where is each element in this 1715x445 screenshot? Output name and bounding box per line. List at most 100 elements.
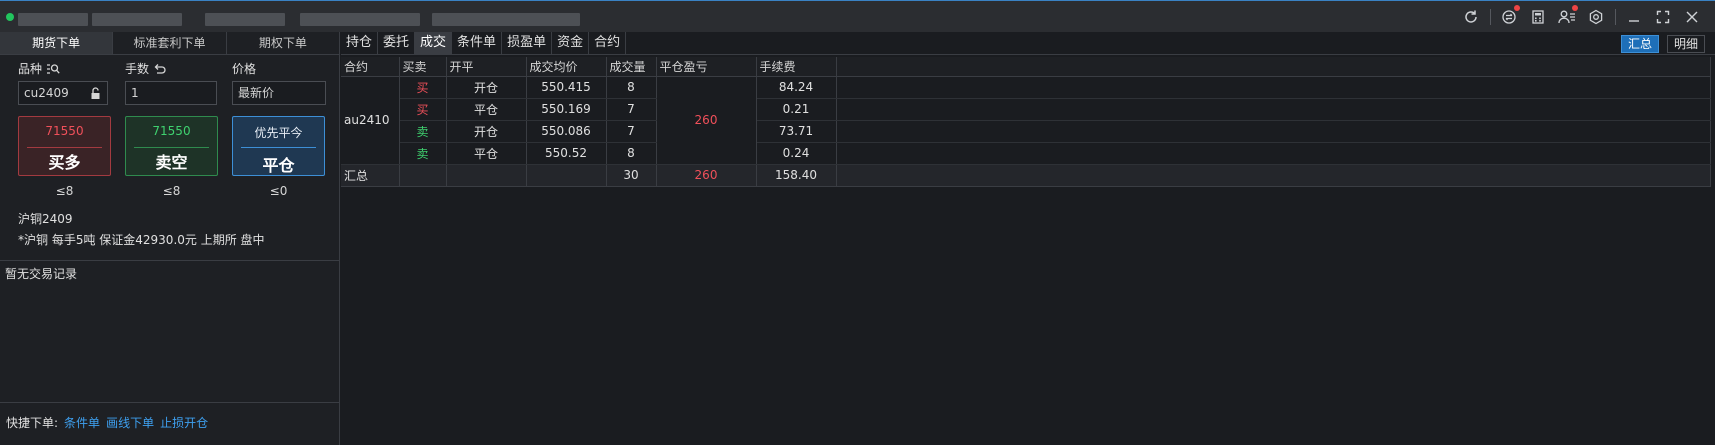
- trades-panel: 持仓 委托 成交 条件单 损盈单 资金 合约 汇总 明细 合约 买卖 开平 成交…: [341, 32, 1715, 445]
- table-row[interactable]: 买 平仓 550.169 7 0.21: [341, 98, 1711, 121]
- redacted-title: [18, 13, 88, 26]
- price-label-text: 价格: [232, 62, 257, 76]
- table-row[interactable]: au2410 买 开仓 550.415 8 260 84.24: [341, 76, 1711, 165]
- col-contract[interactable]: 合约: [341, 57, 400, 77]
- cell-volume: 8: [606, 76, 657, 99]
- price-value: 最新价: [238, 86, 275, 100]
- cell-side: 卖: [399, 142, 447, 165]
- symbol-input[interactable]: cu2409: [18, 81, 108, 105]
- col-fee[interactable]: 手续费: [756, 57, 837, 77]
- exchange-icon[interactable]: [1498, 5, 1520, 28]
- order-type-tabs: 期货下单 标准套利下单 期权下单: [0, 32, 339, 55]
- quick-order-label: 快捷下单:: [6, 416, 59, 430]
- quick-link-stop-open[interactable]: 止损开仓: [160, 414, 208, 431]
- tab-contracts[interactable]: 合约: [589, 32, 627, 54]
- minimize-icon[interactable]: [1623, 6, 1645, 28]
- connection-status-dot: [6, 13, 14, 21]
- cell-open-close: 平仓: [446, 142, 527, 165]
- cell-avg-price: 550.415: [526, 76, 607, 99]
- trades-table: 合约 买卖 开平 成交均价 成交量 平仓盈亏 手续费 au2410 买 开仓 5…: [341, 57, 1711, 187]
- refresh-icon[interactable]: [1460, 6, 1482, 28]
- quantity-label-text: 手数: [125, 62, 150, 76]
- quick-link-conditional[interactable]: 条件单: [64, 414, 100, 431]
- cell-fee: 84.24: [756, 76, 837, 99]
- col-volume[interactable]: 成交量: [606, 57, 657, 77]
- tab-futures-order[interactable]: 期货下单: [0, 32, 114, 54]
- symbol-value: cu2409: [24, 86, 69, 100]
- trade-records: 暂无交易记录: [0, 260, 339, 403]
- price-input[interactable]: 最新价: [232, 81, 326, 105]
- summary-fee: 158.40: [756, 164, 837, 187]
- quantity-input[interactable]: 1: [125, 81, 217, 105]
- summary-view-button[interactable]: 汇总: [1621, 35, 1660, 53]
- cell-side: 买: [399, 98, 447, 121]
- cell-fee: 73.71: [756, 120, 837, 143]
- settings-icon[interactable]: [1585, 6, 1607, 28]
- close-icon[interactable]: [1681, 6, 1703, 28]
- symbol-search-icon[interactable]: [46, 63, 60, 75]
- cell-fee: 0.24: [756, 142, 837, 165]
- maximize-icon[interactable]: [1652, 6, 1674, 28]
- record-tabs: 持仓 委托 成交 条件单 损盈单 资金 合约: [341, 32, 627, 55]
- close-position-button[interactable]: 优先平今 平仓: [232, 116, 325, 176]
- buy-label: 买多: [48, 153, 81, 172]
- cell-contract: au2410: [341, 76, 400, 165]
- quick-link-draw-order[interactable]: 画线下单: [106, 414, 154, 431]
- redacted-title: [300, 13, 420, 26]
- buy-long-button[interactable]: 71550 买多: [18, 116, 111, 176]
- quick-order-bar: 快捷下单: 条件单 画线下单 止损开仓: [6, 414, 208, 431]
- cell-side: 买: [399, 76, 447, 99]
- tab-arbitrage-order[interactable]: 标准套利下单: [113, 32, 227, 54]
- calculator-icon[interactable]: [1527, 6, 1549, 28]
- symbol-label-text: 品种: [18, 62, 43, 76]
- col-open-close[interactable]: 开平: [446, 57, 527, 77]
- redacted-title: [92, 13, 182, 26]
- cell-open-close: 平仓: [446, 98, 527, 121]
- sell-label: 卖空: [155, 153, 188, 172]
- reset-icon[interactable]: [153, 63, 166, 75]
- unlock-icon[interactable]: [90, 87, 101, 100]
- table-row[interactable]: 卖 平仓 550.52 8 0.24: [341, 142, 1711, 165]
- order-panel: 期货下单 标准套利下单 期权下单 品种 cu2409 手数 1 价格 最新价 7…: [0, 32, 340, 445]
- symbol-label: 品种: [18, 60, 60, 77]
- tab-conditional-orders[interactable]: 条件单: [452, 32, 503, 54]
- quantity-label: 手数: [125, 60, 166, 77]
- summary-label: 汇总: [341, 164, 400, 187]
- close-limit: ≤0: [269, 184, 288, 198]
- title-bar: [0, 0, 1715, 32]
- sell-price: 71550: [152, 124, 191, 138]
- cell-avg-price: 550.169: [526, 98, 607, 121]
- cell-volume: 7: [606, 120, 657, 143]
- buy-price: 71550: [45, 124, 84, 138]
- cell-avg-price: 550.52: [526, 142, 607, 165]
- table-row[interactable]: 卖 开仓 550.086 7 73.71: [341, 120, 1711, 143]
- cell-fee: 0.21: [756, 98, 837, 121]
- user-list-icon[interactable]: [1556, 5, 1578, 28]
- table-header: 合约 买卖 开平 成交均价 成交量 平仓盈亏 手续费: [341, 57, 1711, 77]
- tab-trades[interactable]: 成交: [415, 32, 453, 54]
- sell-short-button[interactable]: 71550 卖空: [125, 116, 218, 176]
- tab-positions[interactable]: 持仓: [341, 32, 379, 54]
- tab-stop-orders[interactable]: 损盈单: [502, 32, 553, 54]
- detail-view-button[interactable]: 明细: [1667, 35, 1706, 53]
- summary-close-pnl: 260: [656, 164, 757, 187]
- close-priority: 优先平今: [254, 126, 303, 140]
- summary-volume: 30: [606, 164, 657, 187]
- contract-info: *沪铜 每手5吨 保证金42930.0元 上期所 盘中: [18, 233, 265, 247]
- tab-orders[interactable]: 委托: [378, 32, 416, 54]
- tab-funds[interactable]: 资金: [552, 32, 590, 54]
- cell-avg-price: 550.086: [526, 120, 607, 143]
- col-close-pnl[interactable]: 平仓盈亏: [656, 57, 757, 77]
- sell-limit: ≤8: [162, 184, 181, 198]
- col-filler: [836, 57, 1711, 77]
- cell-close-pnl: 260: [656, 76, 757, 165]
- col-side[interactable]: 买卖: [399, 57, 447, 77]
- tab-options-order[interactable]: 期权下单: [227, 32, 339, 54]
- cell-open-close: 开仓: [446, 76, 527, 99]
- summary-row[interactable]: 汇总 30 260 158.40: [341, 164, 1711, 187]
- col-avg-price[interactable]: 成交均价: [526, 57, 607, 77]
- cell-open-close: 开仓: [446, 120, 527, 143]
- redacted-title: [205, 13, 285, 26]
- close-label: 平仓: [262, 156, 295, 175]
- cell-volume: 7: [606, 98, 657, 121]
